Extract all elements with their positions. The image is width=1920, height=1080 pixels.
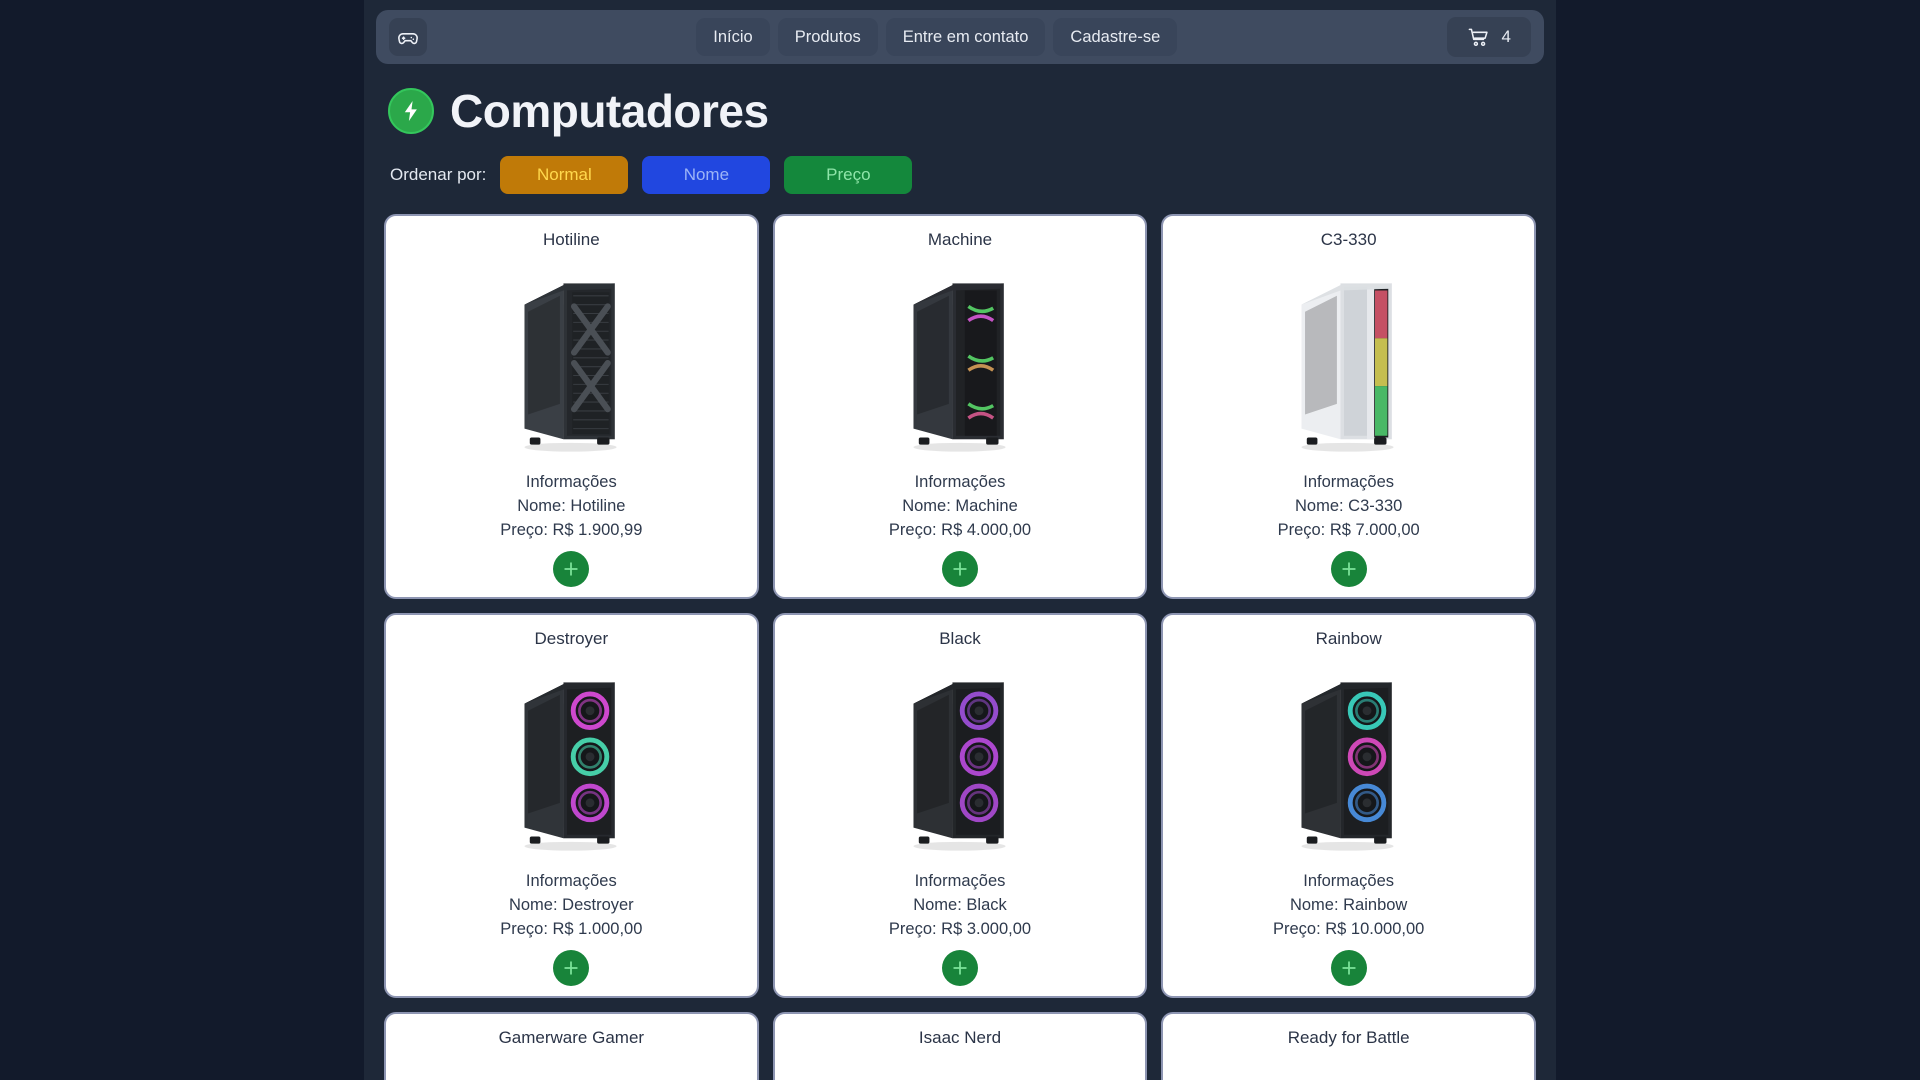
product-info-label: Informações (525, 872, 617, 891)
product-card-4[interactable]: Destroyer Informações Nome: Destroyer Pr… (384, 613, 759, 998)
add-to-cart-button[interactable] (1330, 551, 1367, 587)
product-card-6[interactable]: Rainbow Informações Nome: Rainbow Preço:… (1161, 613, 1536, 998)
plus-icon (950, 559, 970, 579)
plus-icon (950, 958, 970, 978)
product-name-line: Nome: Black (913, 896, 1007, 915)
product-card-1[interactable]: Hotiline Informações Nome: Hotiline Preç… (384, 214, 759, 599)
plus-icon (561, 559, 581, 579)
product-name-line: Nome: Machine (902, 497, 1018, 516)
page-header: Computadores (364, 64, 1556, 134)
product-card-8[interactable]: Isaac Nerd (772, 1012, 1148, 1080)
add-to-cart-button[interactable] (553, 551, 590, 587)
gamepad-icon (397, 26, 419, 48)
product-image-pc-case-isaac (785, 1054, 1136, 1080)
product-image-pc-case-black-rgb-strip (785, 256, 1136, 471)
product-title: Hotiline (542, 230, 600, 249)
sort-bar: Ordenar por: Normal Nome Preço (364, 134, 1556, 194)
product-info-label: Informações (1303, 872, 1395, 891)
product-info-label: Informações (525, 473, 617, 492)
plus-icon (1339, 559, 1359, 579)
product-name-line: Nome: Destroyer (508, 896, 634, 915)
product-title: Black (939, 629, 981, 648)
product-price-line: Preço: R$ 1.000,00 (500, 920, 643, 939)
product-title: Destroyer (534, 629, 609, 648)
nav-link-produtos[interactable]: Produtos (777, 18, 878, 56)
product-image-pc-case-black-rainbow-fans (1173, 655, 1524, 870)
add-to-cart-button[interactable] (941, 551, 978, 587)
lightning-bolt-icon (388, 88, 434, 134)
main-navbar: Início Produtos Entre em contato Cadastr… (376, 10, 1544, 64)
nav-link-cadastre-se[interactable]: Cadastre-se (1053, 18, 1178, 56)
product-price-line: Preço: R$ 10.000,00 (1272, 920, 1425, 939)
product-card-5[interactable]: Black Informações Nome: Black Preço: R$ … (772, 613, 1148, 998)
shopping-cart-icon (1467, 26, 1490, 49)
nav-link-inicio[interactable]: Início (696, 18, 770, 56)
add-to-cart-button[interactable] (1330, 950, 1367, 986)
product-image-pc-case-gamerware (396, 1054, 747, 1080)
product-card-9[interactable]: Ready for Battle (1161, 1012, 1536, 1080)
brand-gamepad-button[interactable] (389, 18, 427, 56)
product-card-7[interactable]: Gamerware Gamer (384, 1012, 759, 1080)
page-title: Computadores (450, 85, 769, 137)
product-title: Isaac Nerd (918, 1028, 1002, 1047)
product-info-label: Informações (914, 473, 1006, 492)
nav-link-contato[interactable]: Entre em contato (885, 18, 1046, 56)
product-title: Machine (927, 230, 993, 249)
add-to-cart-button[interactable] (553, 950, 590, 986)
product-title: Rainbow (1315, 629, 1382, 648)
product-image-pc-case-battle (1173, 1054, 1524, 1080)
product-image-pc-case-black-3-rgb-fans (396, 655, 747, 870)
add-to-cart-button[interactable] (941, 950, 978, 986)
product-title: Gamerware Gamer (498, 1028, 645, 1047)
navbar-links: Início Produtos Entre em contato Cadastr… (696, 18, 1178, 56)
cart-count-label: 4 (1501, 27, 1512, 46)
plus-icon (1339, 958, 1359, 978)
product-grid: Hotiline Informações Nome: Hotiline Preç… (364, 194, 1556, 1080)
sort-button-preco[interactable]: Preço (784, 156, 913, 194)
product-name-line: Nome: C3-330 (1295, 497, 1403, 516)
product-title: C3-330 (1320, 230, 1377, 249)
cart-button[interactable]: 4 (1446, 17, 1532, 57)
sort-button-nome[interactable]: Nome (642, 156, 771, 194)
navbar-wrapper: Início Produtos Entre em contato Cadastr… (364, 0, 1556, 64)
product-info-label: Informações (914, 872, 1006, 891)
page-shell: Início Produtos Entre em contato Cadastr… (364, 0, 1556, 1080)
product-price-line: Preço: R$ 3.000,00 (888, 920, 1032, 939)
product-info-label: Informações (1303, 473, 1395, 492)
product-title: Ready for Battle (1287, 1028, 1410, 1047)
product-price-line: Preço: R$ 1.900,99 (500, 521, 643, 540)
product-price-line: Preço: R$ 7.000,00 (1277, 521, 1420, 540)
sort-button-normal[interactable]: Normal (500, 156, 629, 194)
product-name-line: Nome: Hotiline (517, 497, 626, 516)
product-name-line: Nome: Rainbow (1289, 896, 1408, 915)
product-card-2[interactable]: Machine Informações Nome: Machine Preço:… (772, 214, 1148, 599)
sort-label: Ordenar por: (390, 165, 487, 184)
product-card-3[interactable]: C3-330 Informações Nome: C3-330 Preço: R… (1161, 214, 1536, 599)
product-image-pc-case-black-purple-fans (785, 655, 1136, 870)
product-image-pc-case-white-rgb (1173, 256, 1524, 471)
plus-icon (561, 958, 581, 978)
product-price-line: Preço: R$ 4.000,00 (888, 521, 1032, 540)
product-image-pc-case-black-mesh (396, 256, 747, 471)
